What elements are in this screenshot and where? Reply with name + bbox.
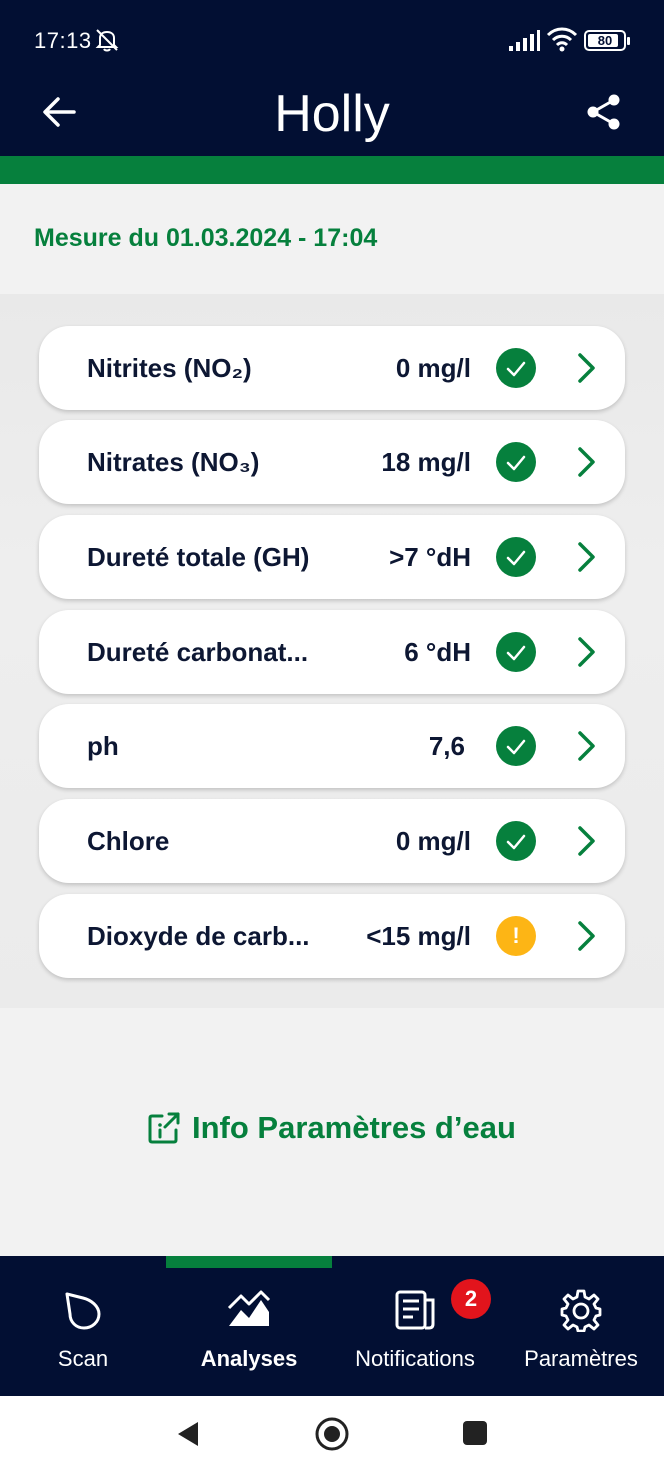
param-row-chlorine[interactable]: Chlore 0 mg/l <box>39 799 625 883</box>
nav-item-scan[interactable]: Scan <box>0 1256 166 1396</box>
battery-indicator: 80 <box>584 30 630 51</box>
header-accent-band <box>0 156 664 184</box>
nav-label: Notifications <box>355 1346 475 1371</box>
param-name: Nitrites (NO₂) <box>87 353 252 383</box>
chevron-right-icon <box>578 826 595 856</box>
check-icon <box>496 537 536 577</box>
system-navigation-bar <box>0 1396 664 1476</box>
chevron-right-icon <box>578 637 595 667</box>
wifi-icon <box>546 27 578 52</box>
droplet-scan-icon <box>65 1292 101 1330</box>
param-row-total-hardness[interactable]: Dureté totale (GH) >7 °dH <box>39 515 625 599</box>
bottom-navigation: Scan Analyses Notifications Paramètres <box>0 1256 664 1396</box>
parameter-list: Nitrites (NO₂) 0 mg/l Nitrates (NO₃) 18 … <box>0 294 664 1008</box>
check-icon <box>496 632 536 672</box>
measurement-header: Mesure du 01.03.2024 - 17:04 <box>0 184 664 294</box>
param-name: Dioxyde de carb... <box>87 921 310 951</box>
param-value: <15 mg/l <box>366 921 471 951</box>
app-header: Holly <box>0 82 664 156</box>
param-row-ph[interactable]: ph 7,6 <box>39 704 625 788</box>
param-name: Dureté totale (GH) <box>87 542 310 572</box>
measurement-date: Mesure du 01.03.2024 - 17:04 <box>34 224 378 252</box>
bell-off-icon <box>95 29 119 52</box>
check-icon <box>496 442 536 482</box>
system-back-icon[interactable] <box>172 1418 204 1450</box>
check-icon <box>496 821 536 861</box>
param-name: Nitrates (NO₃) <box>87 447 260 477</box>
info-water-parameters-link[interactable]: Info Paramètres d’eau <box>146 1108 516 1148</box>
chevron-right-icon <box>578 731 595 761</box>
share-icon[interactable] <box>584 92 624 132</box>
news-icon <box>395 1290 435 1330</box>
external-info-icon <box>148 1112 180 1144</box>
info-link-label: Info Paramètres d’eau <box>192 1110 516 1145</box>
chevron-right-icon <box>578 921 595 951</box>
status-time: 17:13 <box>34 28 92 53</box>
battery-level: 80 <box>597 33 613 48</box>
param-name: Dureté carbonat... <box>87 637 309 667</box>
nav-label: Paramètres <box>524 1346 638 1371</box>
page-title: Holly <box>274 85 390 143</box>
param-row-nitrates[interactable]: Nitrates (NO₃) 18 mg/l <box>39 420 625 504</box>
param-value: 6 °dH <box>404 637 471 667</box>
param-row-carbon-dioxide[interactable]: Dioxyde de carb... <15 mg/l ! <box>39 894 625 978</box>
param-value: 7,6 <box>428 731 465 761</box>
param-value: 0 mg/l <box>395 826 471 856</box>
arrow-left-icon[interactable] <box>40 92 80 132</box>
nav-label: Analyses <box>200 1346 298 1371</box>
chevron-right-icon <box>578 447 595 477</box>
gear-icon <box>560 1289 602 1332</box>
param-value: >7 °dH <box>389 542 471 572</box>
param-value: 18 mg/l <box>381 447 471 477</box>
param-row-nitrites[interactable]: Nitrites (NO₂) 0 mg/l <box>39 326 625 410</box>
chevron-right-icon <box>578 542 595 572</box>
chevron-right-icon <box>578 353 595 383</box>
param-name: Chlore <box>87 826 170 856</box>
nav-item-notifications[interactable]: Notifications <box>332 1256 498 1396</box>
notification-count-badge: 2 <box>451 1279 491 1319</box>
check-icon <box>496 348 536 388</box>
param-name: ph <box>87 731 119 761</box>
mountain-chart-icon <box>227 1290 271 1326</box>
check-icon <box>496 726 536 766</box>
warning-icon: ! <box>496 916 536 956</box>
status-bar: 17:13 80 <box>0 0 664 82</box>
system-home-icon[interactable] <box>314 1416 350 1452</box>
nav-item-analyses[interactable]: Analyses <box>166 1256 332 1396</box>
signal-icon <box>509 30 540 51</box>
nav-label: Scan <box>57 1346 109 1371</box>
system-recents-icon[interactable] <box>462 1420 488 1446</box>
nav-item-settings[interactable]: Paramètres <box>498 1256 664 1396</box>
param-value: 0 mg/l <box>395 353 471 383</box>
param-row-carbonate-hardness[interactable]: Dureté carbonat... 6 °dH <box>39 610 625 694</box>
